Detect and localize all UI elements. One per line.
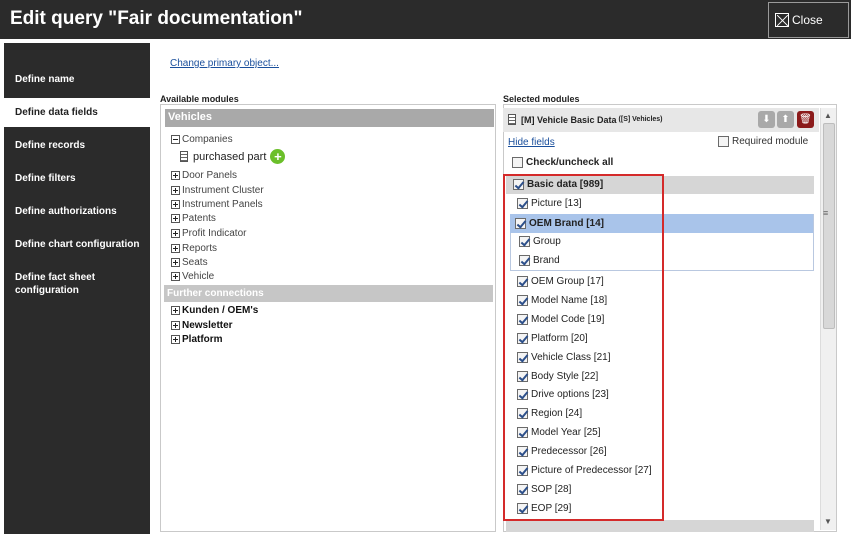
available-modules-panel: Vehicles [160,104,496,532]
checkbox[interactable] [718,136,729,147]
sidebar: Define name Define data fields Define re… [4,43,150,534]
tree-instrument-panels[interactable]: Instrument Panels [171,199,263,210]
tree-seats[interactable]: Seats [171,257,208,268]
expand-icon[interactable] [171,335,180,344]
next-group-bar [506,520,814,532]
change-primary-object-link[interactable]: Change primary object... [170,58,279,69]
tree-reports[interactable]: Reports [171,243,217,254]
tree-label: Instrument Panels [182,199,263,210]
required-module-checkbox[interactable]: Required module [718,136,808,147]
tree-companies[interactable]: Companies [171,134,233,145]
document-icon [508,114,516,125]
further-connections-header: Further connections [164,285,493,302]
tree-profit-indicator[interactable]: Profit Indicator [171,228,246,239]
expand-icon[interactable] [171,321,180,330]
scrollbar-thumb[interactable] [823,123,835,329]
tree-label: Kunden / OEM's [182,305,259,316]
tree-door-panels[interactable]: Door Panels [171,170,237,181]
tree-label: Door Panels [182,170,238,181]
checkbox[interactable] [512,157,523,168]
check-all-checkbox[interactable]: Check/uncheck all [512,157,613,168]
dialog-title: Edit query "Fair documentation" [10,8,303,29]
sidebar-item-define-filters[interactable]: Define filters [4,172,150,185]
expand-icon[interactable] [171,229,180,238]
tree-platform[interactable]: Platform [171,334,223,345]
sidebar-item-define-chart-configuration[interactable]: Define chart configuration [4,238,150,251]
hide-fields-link[interactable]: Hide fields [508,137,555,148]
expand-icon[interactable] [171,244,180,253]
close-button[interactable]: Close [768,2,849,38]
move-up-icon[interactable]: ⬆ [777,111,794,128]
tree-vehicle[interactable]: Vehicle [171,271,214,282]
tree-purchased-part[interactable]: purchased part + [180,149,286,164]
vertical-scrollbar[interactable]: ▲ ≡ ▼ [820,108,836,530]
delete-icon[interactable]: 🗑 [797,111,814,128]
check-all-label: Check/uncheck all [526,157,614,168]
sidebar-item-define-authorizations[interactable]: Define authorizations [4,205,150,218]
expand-icon[interactable] [171,306,180,315]
sidebar-item-define-records[interactable]: Define records [4,139,150,152]
grip-icon: ≡ [823,208,829,218]
tree-label: Companies [182,134,233,145]
tree-label: Instrument Cluster [182,185,264,196]
module-title-text: [M] Vehicle Basic Data [521,114,617,125]
sidebar-item-define-data-fields[interactable]: Define data fields [4,98,150,127]
tree-label: purchased part [193,150,267,163]
available-header: Vehicles [165,109,494,127]
module-title: [M] Vehicle Basic Data ([S] Vehicles) [508,114,663,125]
close-label: Close [792,13,823,27]
expand-icon[interactable] [171,272,180,281]
tree-label: Seats [182,257,208,268]
expand-icon[interactable] [171,186,180,195]
tree-instrument-cluster[interactable]: Instrument Cluster [171,185,264,196]
tree-label: Platform [182,334,223,345]
tree-label: Newsletter [182,320,233,331]
highlight-outline [503,174,664,521]
selected-modules-label: Selected modules [503,94,580,104]
tree-patents[interactable]: Patents [171,213,216,224]
tree-newsletter[interactable]: Newsletter [171,320,233,331]
collapse-icon[interactable] [171,135,180,144]
close-icon [775,13,789,27]
required-module-label: Required module [732,136,809,147]
sidebar-item-define-fact-sheet[interactable]: Define fact sheet configuration [4,271,134,297]
move-down-icon[interactable]: ⬇ [758,111,775,128]
tree-kunden-oem[interactable]: Kunden / OEM's [171,305,258,316]
expand-icon[interactable] [171,214,180,223]
expand-icon[interactable] [171,171,180,180]
tree-label: Patents [182,213,216,224]
available-modules-label: Available modules [160,94,239,104]
module-subtitle: ([S] Vehicles) [618,116,663,123]
add-icon[interactable]: + [270,149,286,164]
sidebar-item-define-name[interactable]: Define name [4,73,150,86]
title-bar: Edit query "Fair documentation" Close [0,0,851,39]
scroll-up-icon[interactable]: ▲ [824,111,832,120]
tree-label: Profit Indicator [182,228,247,239]
tree-label: Vehicle [182,271,215,282]
expand-icon[interactable] [171,258,180,267]
document-icon [180,151,188,162]
tree-label: Reports [182,243,218,254]
expand-icon[interactable] [171,200,180,209]
scroll-down-icon[interactable]: ▼ [824,517,832,526]
